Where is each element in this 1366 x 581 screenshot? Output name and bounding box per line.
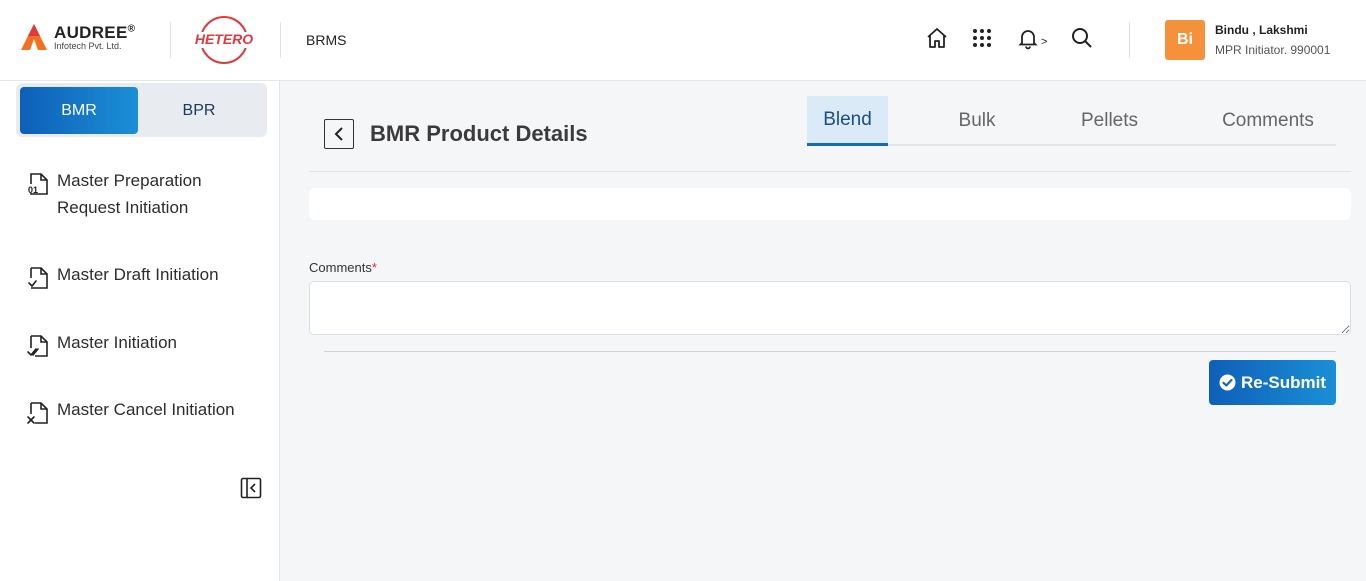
collapse-sidebar-icon[interactable] [240,477,262,499]
comments-label-text: Comments [309,260,372,275]
company-subtitle: Infotech Pvt. Ltd. [54,40,122,51]
check-circle-icon [1219,374,1236,391]
user-role: MPR Initiator. 990001 [1215,43,1331,57]
avatar[interactable]: Bi [1165,20,1205,60]
apps-grid-icon[interactable] [970,26,994,50]
bell-icon[interactable] [1016,26,1040,50]
form-divider [324,351,1336,352]
product-tabs: Blend Bulk Pellets Comments [807,96,1336,146]
sidebar-item-label: Master Preparation Request Initiation [57,171,202,217]
sidebar-item-master-preparation-request-initiation[interactable]: 01 Master Preparation Request Initiation [26,170,227,221]
registered-mark: ® [127,22,136,34]
sidebar-item-label: Master Cancel Initiation [57,400,235,419]
document-01-icon: 01 [27,173,48,195]
app-header: AUDREE® Infotech Pvt. Ltd. HETERO BRMS >… [0,0,1366,81]
details-panel [309,188,1351,220]
sidebar-item-master-initiation[interactable]: Master Initiation [26,332,177,358]
notification-indicator: > [1041,36,1048,48]
header-divider [170,22,171,58]
back-button[interactable] [324,119,354,149]
audree-logo[interactable]: AUDREE® Infotech Pvt. Ltd. [20,22,135,52]
home-icon[interactable] [925,26,949,50]
header-divider [280,22,281,58]
app-name: BRMS [306,32,347,48]
page-title: BMR Product Details [370,121,588,146]
header-divider [1129,22,1130,58]
document-check-icon [27,335,48,357]
svg-text:01: 01 [28,185,38,195]
tab-bulk[interactable]: Bulk [932,96,1022,146]
record-type-switch: BMR BPR [16,83,267,137]
sidebar-item-master-cancel-initiation[interactable]: Master Cancel Initiation [26,399,235,425]
hetero-logo[interactable]: HETERO [193,15,255,65]
comments-label: Comments* [309,260,377,275]
resubmit-label: Re-Submit [1241,372,1326,392]
document-cancel-icon [27,402,48,424]
search-icon[interactable] [1070,26,1094,50]
company-name: AUDREE [54,22,128,42]
sidebar: BMR BPR 01 Master Preparation Request In… [0,81,280,581]
tab-pellets[interactable]: Pellets [1062,96,1157,146]
required-mark: * [371,260,377,275]
tab-bmr[interactable]: BMR [20,87,138,134]
section-divider [309,171,1351,172]
sidebar-item-master-draft-initiation[interactable]: Master Draft Initiation [26,264,219,290]
sidebar-item-label: Master Draft Initiation [57,265,219,284]
chevron-left-icon [334,127,343,141]
comments-field[interactable] [309,281,1351,335]
resubmit-button[interactable]: Re-Submit [1209,360,1336,405]
user-name: Bindu , Lakshmi [1215,23,1308,37]
tab-blend[interactable]: Blend [807,96,888,146]
sidebar-item-label: Master Initiation [57,333,177,352]
document-draft-icon [28,267,48,289]
tab-bpr[interactable]: BPR [140,87,258,134]
audree-logo-mark-icon [20,22,48,52]
hetero-logo-text: HETERO [194,31,254,47]
tab-comments[interactable]: Comments [1207,96,1329,146]
